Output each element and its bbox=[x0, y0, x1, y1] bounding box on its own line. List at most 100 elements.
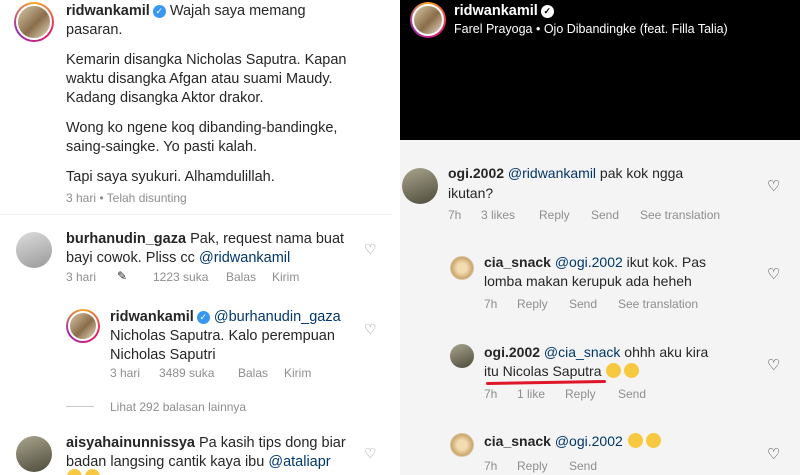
see-translation-button[interactable]: See translation bbox=[618, 297, 698, 311]
post-caption-para4: Tapi saya syukuri. Alhamdulillah. bbox=[66, 169, 275, 185]
see-translation-button[interactable]: See translation bbox=[640, 208, 720, 222]
post-meta: 3 hari • Telah disunting bbox=[66, 191, 187, 205]
post-caption-text: Wajah saya memang bbox=[169, 3, 306, 19]
like-heart-icon[interactable]: ♡ bbox=[364, 242, 378, 256]
send-button[interactable]: Send bbox=[569, 459, 597, 473]
send-button[interactable]: Send bbox=[591, 208, 619, 222]
reply-text-l3: Nicholas Saputri bbox=[110, 347, 216, 363]
mention-link[interactable]: @ogi.2002 bbox=[555, 254, 623, 270]
commenter-avatar[interactable] bbox=[450, 433, 474, 457]
comment-text: pak kok ngga bbox=[596, 165, 684, 181]
mention-link[interactable]: @ogi.2002 bbox=[555, 433, 623, 449]
comment-likes[interactable]: 3 likes bbox=[481, 208, 515, 222]
song-title[interactable]: Farel Prayoga • Ojo Dibandingke (feat. F… bbox=[454, 22, 728, 36]
like-heart-icon[interactable]: ♡ bbox=[767, 267, 780, 282]
comment-text: itu Nicolas Saputra bbox=[484, 363, 602, 379]
wink-emoji-icon bbox=[623, 363, 639, 378]
comment-username[interactable]: burhanudin_gaza bbox=[66, 231, 186, 247]
mention-link[interactable]: @burhanudin_gaza bbox=[214, 309, 341, 325]
send-button[interactable]: Kirim bbox=[272, 270, 299, 284]
send-button[interactable]: Kirim bbox=[284, 366, 311, 380]
comment-username[interactable]: aisyahainunnissya bbox=[66, 435, 195, 451]
comment-text: bayi cowok. Pliss cc bbox=[66, 250, 199, 266]
comment-text-l1: burhanudin_gaza Pak, request nama buat bbox=[66, 230, 366, 249]
mention-link[interactable]: @ridwankamil bbox=[508, 165, 596, 181]
like-heart-icon[interactable]: ♡ bbox=[364, 446, 378, 460]
post-caption-line1: ridwankamil ✓ Wajah saya memang bbox=[66, 2, 386, 21]
comment-likes[interactable]: 1223 suka bbox=[153, 270, 208, 284]
mention-link[interactable]: @ataliapr bbox=[268, 454, 330, 470]
comment-time: 7h bbox=[484, 387, 498, 401]
reply-button[interactable]: Balas bbox=[226, 270, 256, 284]
divider bbox=[0, 214, 392, 215]
reply-text-l2: Nicholas Saputra. Kalo perempuan bbox=[110, 328, 335, 344]
comment-time: 7h bbox=[484, 297, 498, 311]
reply-username[interactable]: ridwankamil bbox=[110, 309, 194, 325]
comment-time: 3 hari bbox=[66, 270, 97, 284]
post-caption-para2-l2: waktu disangka Afgan atau suami Maudy. bbox=[66, 71, 333, 87]
reply-button[interactable]: Reply bbox=[517, 459, 548, 473]
post-caption-para3-l1: Wong ko ngene koq dibanding-bandingke, bbox=[66, 120, 338, 136]
comment-text-l1: cia_snack @ogi.2002 bbox=[484, 432, 754, 451]
post-author-username[interactable]: ridwankamil bbox=[66, 3, 150, 19]
post-caption-para3-l2: saing-saingke. Yo pasti kalah. bbox=[66, 139, 258, 155]
mention-link[interactable]: @ridwankamil bbox=[199, 250, 290, 266]
reel-author-line: ridwankamil ✓ bbox=[454, 3, 554, 19]
commenter-avatar[interactable] bbox=[402, 168, 438, 204]
comment-time: 7h bbox=[484, 459, 498, 473]
reply-button[interactable]: Reply bbox=[539, 208, 570, 222]
comment-text: ohhh aku kira bbox=[620, 344, 709, 360]
reply-likes[interactable]: 3489 suka bbox=[159, 366, 214, 380]
send-button[interactable]: Send bbox=[569, 297, 597, 311]
like-heart-icon[interactable]: ♡ bbox=[364, 322, 378, 336]
comment-text-l1: ogi.2002 @ridwankamil pak kok ngga bbox=[448, 164, 748, 183]
like-heart-icon[interactable]: ♡ bbox=[767, 179, 780, 194]
comment-likes[interactable]: 1 like bbox=[517, 387, 545, 401]
left-comments-panel: ridwankamil ✓ Wajah saya memang pasaran. … bbox=[0, 0, 392, 475]
like-heart-icon[interactable]: ♡ bbox=[767, 447, 780, 462]
send-button[interactable]: Send bbox=[618, 387, 646, 401]
verified-icon: ✓ bbox=[152, 5, 166, 18]
verified-icon: ✓ bbox=[196, 311, 210, 324]
view-more-line bbox=[66, 406, 94, 407]
comment-text-l2: badan langsing cantik kaya ibu @ataliapr bbox=[66, 453, 331, 472]
comment-text: badan langsing cantik kaya ibu bbox=[66, 454, 269, 470]
comment-username[interactable]: cia_snack bbox=[484, 254, 551, 270]
view-more-replies[interactable]: Lihat 292 balasan lainnya bbox=[110, 400, 246, 414]
commenter-avatar[interactable] bbox=[450, 344, 474, 368]
video-header: ridwankamil ✓ Farel Prayoga • Ojo Dibandi… bbox=[400, 0, 800, 140]
post-caption-line2: pasaran. bbox=[66, 22, 123, 38]
commenter-avatar[interactable] bbox=[16, 232, 52, 268]
reply-time: 3 hari bbox=[110, 366, 141, 380]
commenter-avatar[interactable] bbox=[450, 256, 474, 280]
post-caption-para2-l3: Kadang disangka Aktor drakor. bbox=[66, 90, 264, 106]
comment-time: 7h bbox=[448, 208, 462, 222]
comment-username[interactable]: cia_snack bbox=[484, 433, 551, 449]
mention-link[interactable]: @cia_snack bbox=[544, 344, 620, 360]
comment-username[interactable]: ogi.2002 bbox=[484, 344, 540, 360]
reel-author-username[interactable]: ridwankamil bbox=[454, 3, 538, 19]
reply-button[interactable]: Balas bbox=[238, 366, 268, 380]
like-heart-icon[interactable]: ♡ bbox=[767, 358, 780, 373]
comment-text: Pak, request nama buat bbox=[190, 231, 345, 247]
comment-text-l2: ikutan? bbox=[448, 185, 494, 201]
laughing-emoji-icon bbox=[645, 433, 661, 448]
post-author-avatar[interactable] bbox=[14, 2, 54, 42]
right-comments-panel: ridwankamil ✓ Farel Prayoga • Ojo Dibandi… bbox=[400, 0, 800, 475]
comment-text-l2: itu Nicolas Saputra bbox=[484, 362, 639, 381]
pin-icon[interactable]: ✎ bbox=[117, 269, 127, 283]
comment-username[interactable]: ogi.2002 bbox=[448, 165, 504, 181]
reply-author-avatar[interactable] bbox=[66, 309, 100, 343]
reel-author-avatar[interactable] bbox=[410, 2, 446, 38]
reply-text-l1: ridwankamil ✓ @burhanudin_gaza bbox=[110, 308, 380, 327]
commenter-avatar[interactable] bbox=[16, 436, 52, 472]
laughing-emoji-icon bbox=[605, 363, 621, 378]
panel-divider bbox=[392, 0, 400, 475]
laughing-emoji-icon bbox=[627, 433, 643, 448]
comment-text-l1: aisyahainunnissya Pa kasih tips dong bia… bbox=[66, 434, 376, 453]
comment-text-l1: ogi.2002 @cia_snack ohhh aku kira bbox=[484, 343, 754, 362]
reply-button[interactable]: Reply bbox=[517, 297, 548, 311]
post-caption-para2-l1: Kemarin disangka Nicholas Saputra. Kapan bbox=[66, 52, 347, 68]
verified-icon: ✓ bbox=[540, 5, 554, 18]
reply-button[interactable]: Reply bbox=[565, 387, 596, 401]
